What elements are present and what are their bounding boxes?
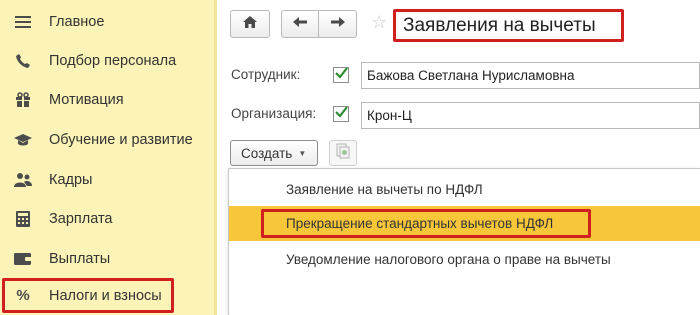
phone-icon: [13, 51, 33, 71]
organization-checkbox[interactable]: [333, 106, 349, 122]
employee-field[interactable]: Бажова Светлана Нурисламовна: [361, 62, 700, 89]
page-title: Заявления на вычеты: [393, 9, 624, 42]
arrow-right-icon: [330, 15, 346, 33]
organization-field[interactable]: Крон-Ц: [361, 102, 700, 129]
sidebar-item-label: Главное: [49, 13, 105, 30]
people-icon: [13, 170, 33, 190]
wallet-icon: [13, 249, 33, 269]
employee-label: Сотрудник:: [231, 67, 301, 82]
home-button[interactable]: [230, 10, 270, 38]
arrow-left-icon: [292, 15, 308, 33]
checkmark-icon: [334, 66, 348, 84]
sidebar-item-payments[interactable]: Выплаты: [0, 239, 214, 278]
graduation-cap-icon: [13, 130, 33, 150]
sidebar-item-label: Мотивация: [49, 91, 124, 108]
create-dropdown-menu: Заявление на вычеты по НДФЛ Прекращение …: [228, 168, 700, 315]
sidebar-item-label: Налоги и взносы: [49, 287, 162, 304]
sidebar-item-label: Зарплата: [49, 210, 113, 227]
menu-item-label: Прекращение стандартных вычетов НДФЛ: [286, 216, 554, 231]
home-icon: [242, 15, 258, 34]
forward-button[interactable]: [319, 10, 357, 38]
percent-icon: %: [16, 287, 30, 304]
document-copy-icon: [336, 143, 350, 164]
sidebar-item-motivation[interactable]: Мотивация: [0, 80, 214, 119]
sidebar-item-label: Выплаты: [49, 250, 111, 267]
gift-icon: [13, 90, 33, 110]
sidebar-item-label: Кадры: [49, 171, 93, 188]
create-button[interactable]: Создать ▼: [230, 140, 318, 166]
back-button[interactable]: [281, 10, 319, 38]
sidebar-item-training[interactable]: Обучение и развитие: [0, 120, 214, 159]
menu-lines-icon: [13, 12, 33, 32]
organization-label: Организация:: [231, 106, 317, 121]
sidebar-item-personnel[interactable]: Кадры: [0, 160, 214, 199]
menu-item-label: Уведомление налогового органа о праве на…: [286, 252, 611, 267]
sidebar-item-label: Обучение и развитие: [49, 131, 193, 148]
menu-item-tax-authority-notice[interactable]: Уведомление налогового органа о праве на…: [229, 242, 700, 277]
sidebar-item-main[interactable]: Главное: [0, 2, 214, 41]
sidebar-item-label: Подбор персонала: [49, 52, 177, 69]
chevron-down-icon: ▼: [298, 148, 307, 158]
checkmark-icon: [334, 105, 348, 123]
star-icon[interactable]: ☆: [371, 12, 387, 33]
calculator-icon: [13, 209, 33, 229]
sidebar-item-taxes[interactable]: % Налоги и взносы: [2, 278, 174, 313]
menu-item-label: Заявление на вычеты по НДФЛ: [286, 182, 483, 197]
sidebar-divider: [214, 0, 217, 315]
menu-item-deduction-application[interactable]: Заявление на вычеты по НДФЛ: [229, 172, 700, 207]
employee-checkbox[interactable]: [333, 67, 349, 83]
copy-document-button[interactable]: [329, 140, 357, 166]
create-button-label: Создать: [241, 145, 293, 161]
sidebar-item-salary[interactable]: Зарплата: [0, 199, 214, 238]
sidebar-item-recruitment[interactable]: Подбор персонала: [0, 41, 214, 80]
sidebar: Главное Подбор персонала Мотивация Обуче…: [0, 0, 214, 315]
